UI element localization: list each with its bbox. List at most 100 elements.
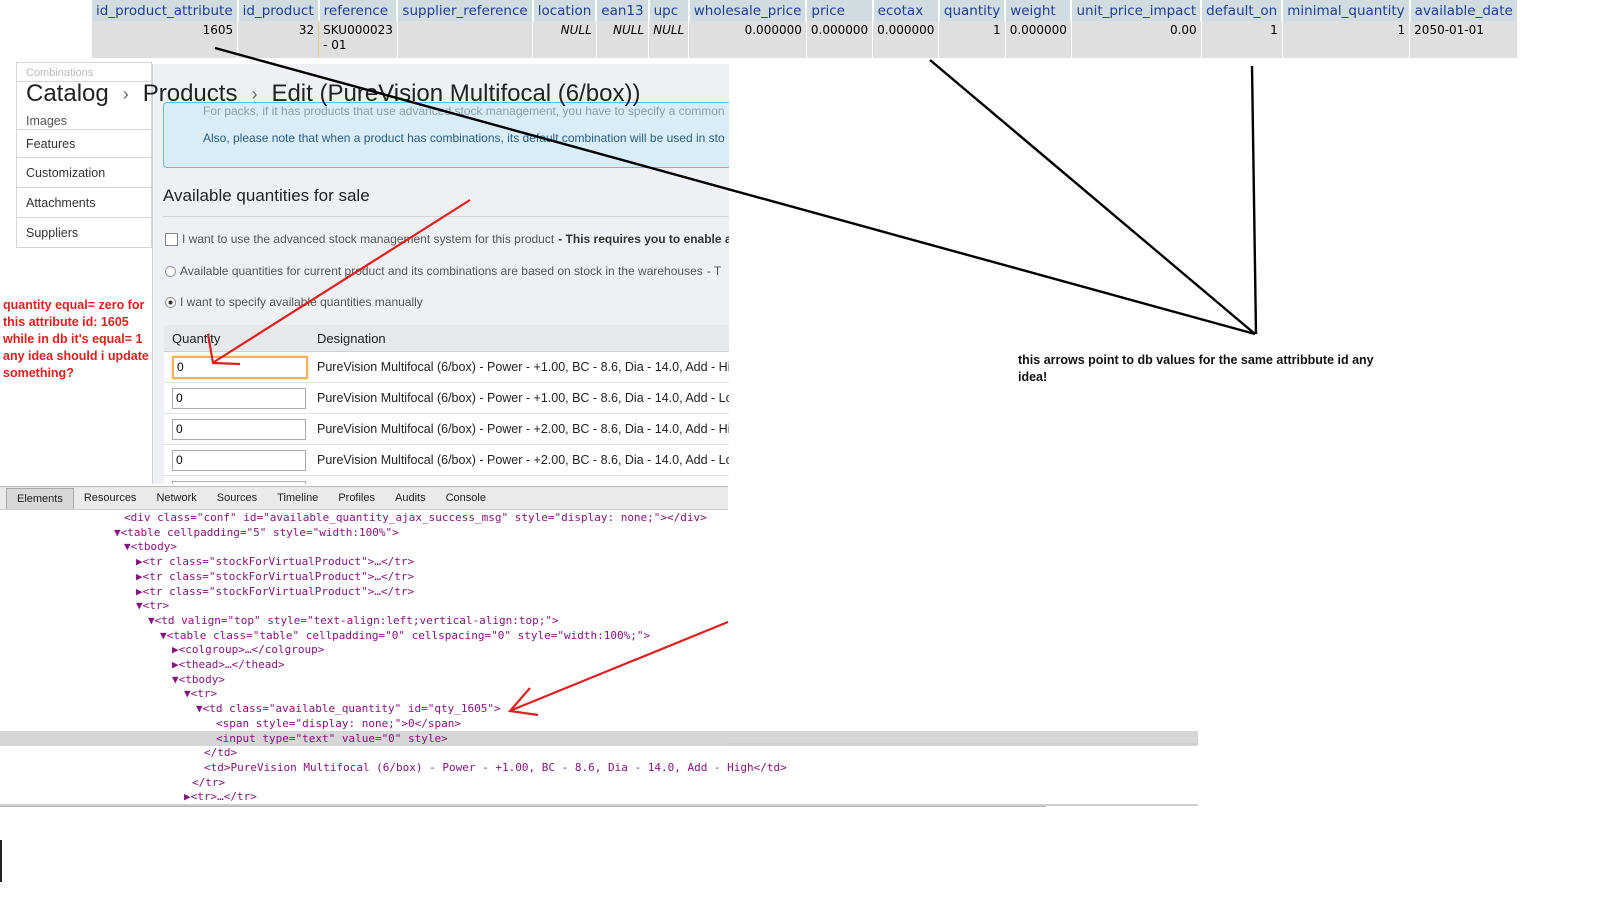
- manual-radio[interactable]: [165, 296, 176, 308]
- black-arrow-line: [1250, 65, 1258, 335]
- devtools-tab-console[interactable]: Console: [436, 488, 496, 508]
- devtools-tab-audits[interactable]: Audits: [385, 488, 436, 508]
- quantity-column-header: Quantity: [164, 325, 309, 352]
- option-warehouse-based[interactable]: Available quantities for current product…: [165, 264, 721, 278]
- quantity-row: PureVision Multifocal (6/box) - Power - …: [164, 382, 729, 414]
- breadcrumb: Catalog › Products › Edit (PureVision Mu…: [26, 80, 641, 108]
- dom-tree-line[interactable]: ▼<table cellpadding="5" style="width:100…: [0, 525, 728, 540]
- db-cell-ecotax: 0.000000: [872, 21, 940, 58]
- dom-tree-line[interactable]: <td>PureVision Multifocal (6/box) - Powe…: [0, 760, 787, 775]
- db-col-ecotax[interactable]: ecotax: [872, 0, 940, 21]
- db-cell-id-product: 32: [237, 21, 320, 58]
- devtools-tab-profiles[interactable]: Profiles: [328, 488, 385, 508]
- dom-tree-line[interactable]: ▼<tbody>: [0, 672, 728, 687]
- devtools-tab-elements[interactable]: Elements: [6, 487, 74, 509]
- db-cell-default-on: 1: [1201, 21, 1283, 58]
- option-advanced-stock[interactable]: I want to use the advanced stock managem…: [165, 232, 729, 246]
- db-col-id-product[interactable]: id_product: [237, 0, 320, 21]
- quantity-input[interactable]: [172, 418, 306, 440]
- db-cell-id-product-attribute: 1605: [92, 21, 239, 58]
- designation-cell: PureVision Multifocal (6/box) - Power - …: [309, 475, 729, 484]
- breadcrumb-catalog[interactable]: Catalog: [26, 80, 109, 108]
- db-cell-location: NULL: [532, 21, 597, 58]
- dom-tree-line[interactable]: ▶<thead>…</thead>: [0, 657, 728, 672]
- devtools-tab-sources[interactable]: Sources: [207, 488, 267, 508]
- breadcrumb-separator: ›: [122, 83, 129, 104]
- quantity-cell: [164, 413, 309, 445]
- db-col-price[interactable]: price: [806, 0, 874, 21]
- warehouse-radio[interactable]: [165, 265, 176, 277]
- quantity-input[interactable]: [172, 387, 306, 409]
- quantity-input[interactable]: [172, 480, 306, 484]
- devtools-divider: [0, 806, 1046, 807]
- devtools-tabbar: Elements Resources Network Sources Timeline P…: [0, 486, 728, 510]
- product-quantities-panel: For packs, if it has products that use a…: [152, 64, 729, 484]
- quantity-cell: [164, 382, 309, 414]
- designation-cell: PureVision Multifocal (6/box) - Power - …: [309, 382, 729, 414]
- db-cell-supplier-reference: [397, 21, 534, 58]
- dom-tree-line[interactable]: ▶<tr class="stockForVirtualProduct">…</t…: [0, 569, 728, 584]
- menu-item-suppliers[interactable]: Suppliers: [16, 218, 152, 248]
- option-manual[interactable]: I want to specify available quantities m…: [165, 295, 423, 309]
- quantity-input[interactable]: [172, 449, 306, 471]
- db-col-location[interactable]: location: [532, 0, 598, 21]
- designation-cell: PureVision Multifocal (6/box) - Power - …: [309, 444, 729, 476]
- advanced-stock-checkbox[interactable]: [165, 232, 178, 246]
- db-col-reference[interactable]: reference: [318, 0, 399, 21]
- db-col-available-date[interactable]: available_date: [1409, 0, 1519, 21]
- advanced-stock-label: I want to use the advanced stock managem…: [182, 232, 555, 246]
- devtools-tab-network[interactable]: Network: [146, 488, 206, 508]
- db-cell-unit-price-impact: 0.00: [1071, 21, 1202, 58]
- db-col-upc[interactable]: upc: [648, 0, 690, 21]
- db-col-unit-price-impact[interactable]: unit_price_impact: [1071, 0, 1203, 21]
- devtools-tab-timeline[interactable]: Timeline: [267, 488, 328, 508]
- menu-item-attachments[interactable]: Attachments: [16, 188, 152, 218]
- db-cell-quantity: 1: [938, 21, 1006, 58]
- annotation-left-note: quantity equal= zero for this attribute …: [3, 298, 149, 380]
- db-col-ean13[interactable]: ean13: [596, 0, 650, 21]
- section-title: Available quantities for sale: [163, 186, 370, 205]
- dom-tree-line[interactable]: ▼<table class="table" cellpadding="0" ce…: [0, 628, 728, 643]
- dom-tree-line[interactable]: ▶<tr>…</tr>: [0, 789, 728, 804]
- devtools-tab-resources[interactable]: Resources: [74, 488, 147, 508]
- quantity-input[interactable]: [172, 355, 308, 379]
- menu-item-features[interactable]: Features: [16, 130, 152, 158]
- quantity-row: PureVision Multifocal (6/box) - Power - …: [164, 475, 729, 484]
- dom-tree-line[interactable]: ▼<td class="available_quantity" id="qty_…: [0, 701, 728, 716]
- dom-tree-line[interactable]: ▶<tr class="stockForVirtualProduct">…</t…: [0, 554, 728, 569]
- dom-tree-line[interactable]: ▶<colgroup>…</colgroup>: [0, 642, 728, 657]
- breadcrumb-products[interactable]: Products: [143, 80, 238, 108]
- designation-cell: PureVision Multifocal (6/box) - Power - …: [309, 413, 729, 445]
- quantities-header: Quantity Designation: [164, 325, 729, 352]
- dom-tree-line[interactable]: </tr>: [0, 775, 728, 790]
- db-col-id-product-attribute[interactable]: id_product_attribute: [92, 0, 239, 21]
- db-col-quantity[interactable]: quantity: [938, 0, 1007, 21]
- designation-column-header: Designation: [309, 325, 729, 352]
- annotation-right-note: this arrows point to db values for the s…: [1018, 353, 1374, 384]
- edge-mark: [0, 840, 2, 882]
- dom-tree-line[interactable]: ▼<td valign="top" style="text-align:left…: [0, 613, 728, 628]
- db-col-supplier-reference[interactable]: supplier_reference: [397, 0, 534, 21]
- manual-label: I want to specify available quantities m…: [180, 295, 423, 309]
- db-cell-price: 0.000000: [806, 21, 874, 58]
- db-col-wholesale-price[interactable]: wholesale_price: [688, 0, 808, 21]
- devtools-divider: [728, 743, 1198, 745]
- db-col-minimal-quantity[interactable]: minimal_quantity: [1282, 0, 1411, 21]
- dom-tree-line[interactable]: ▼<tr>: [0, 598, 728, 613]
- warehouse-note: - T: [706, 264, 722, 278]
- db-col-weight[interactable]: weight: [1005, 0, 1073, 21]
- db-data-row[interactable]: 1605 32 SKU000023 - 01 NULL NULL NULL 0.000000…: [92, 21, 1519, 58]
- db-col-default-on[interactable]: default_on: [1201, 0, 1284, 21]
- menu-item-images[interactable]: Images: [16, 116, 152, 130]
- menu-item-combinations[interactable]: Combinations: [16, 62, 152, 82]
- quantity-row: PureVision Multifocal (6/box) - Power - …: [164, 413, 729, 445]
- db-cell-reference: SKU000023 - 01: [318, 21, 398, 58]
- dom-tree-line[interactable]: <div class="conf" id="available_quantity…: [0, 510, 728, 525]
- menu-item-customization[interactable]: Customization: [16, 158, 152, 188]
- dom-tree-line[interactable]: ▼<tbody>: [0, 539, 728, 554]
- dom-tree-line[interactable]: </td>: [0, 745, 728, 760]
- db-cell-ean13: NULL: [596, 21, 650, 58]
- dom-tree-line[interactable]: ▶<tr class="stockForVirtualProduct">…</t…: [0, 584, 728, 599]
- dom-tree-line[interactable]: <span style="display: none;">0</span>: [0, 716, 728, 731]
- dom-tree-line[interactable]: ▼<tr>: [0, 686, 728, 701]
